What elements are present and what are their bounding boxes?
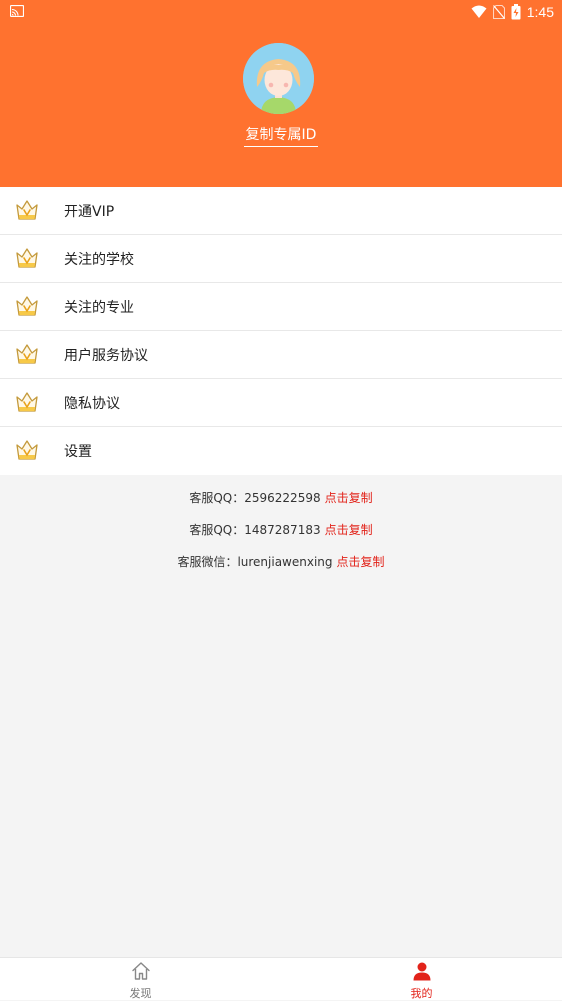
copy-id-link-wrap: 复制专属ID — [0, 124, 562, 147]
menu-item-settings[interactable]: 设置 — [0, 427, 562, 475]
contact-text: 客服QQ：2596222598 — [189, 491, 321, 505]
menu-item-label: 隐私协议 — [64, 395, 120, 412]
menu-item-followed-schools[interactable]: 关注的学校 — [0, 235, 562, 283]
menu-item-label: 用户服务协议 — [64, 347, 148, 364]
status-time: 1:45 — [526, 4, 554, 20]
contact-qq-2: 客服QQ：1487287183 点击复制 — [0, 520, 562, 552]
battery-charging-icon — [511, 4, 521, 20]
profile-header: 1:45 复制专属ID — [0, 0, 562, 187]
menu-item-label: 关注的学校 — [64, 251, 134, 268]
menu-item-user-agreement[interactable]: 用户服务协议 — [0, 331, 562, 379]
contact-qq-1: 客服QQ：2596222598 点击复制 — [0, 488, 562, 520]
home-icon — [132, 962, 150, 980]
wifi-icon — [471, 5, 487, 18]
contact-text: 客服QQ：1487287183 — [189, 523, 321, 537]
contact-text: 客服微信：lurenjiawenxing — [177, 555, 333, 569]
menu-item-privacy-policy[interactable]: 隐私协议 — [0, 379, 562, 427]
crown-icon — [16, 392, 38, 412]
contact-wechat: 客服微信：lurenjiawenxing 点击复制 — [0, 552, 562, 584]
copy-id-link[interactable]: 复制专属ID — [243, 126, 319, 147]
copy-button[interactable]: 点击复制 — [325, 491, 373, 505]
avatar[interactable] — [243, 43, 314, 114]
crown-icon — [16, 344, 38, 364]
no-sim-icon — [492, 5, 505, 19]
menu-item-open-vip[interactable]: 开通VIP — [0, 187, 562, 235]
copy-button[interactable]: 点击复制 — [325, 523, 373, 537]
cast-icon — [10, 5, 24, 17]
crown-icon — [16, 296, 38, 316]
menu-item-followed-majors[interactable]: 关注的专业 — [0, 283, 562, 331]
tab-mine[interactable]: 我的 — [281, 958, 562, 1000]
avatar-illustration-icon — [243, 43, 314, 114]
crown-icon — [16, 248, 38, 268]
crown-icon — [16, 200, 38, 220]
copy-button[interactable]: 点击复制 — [337, 555, 385, 569]
user-icon — [413, 962, 431, 981]
menu-list: 开通VIP 关注的学校 关注的专业 用户服务协议 隐私协议 设置 — [0, 187, 562, 475]
status-bar: 1:45 — [0, 0, 562, 24]
bottom-tab-bar: 发现 我的 — [0, 957, 562, 1000]
menu-item-label: 关注的专业 — [64, 299, 134, 316]
crown-icon — [16, 440, 38, 460]
tab-discover[interactable]: 发现 — [0, 958, 281, 1000]
menu-item-label: 设置 — [64, 444, 92, 460]
customer-service-contacts: 客服QQ：2596222598 点击复制 客服QQ：1487287183 点击复制 … — [0, 488, 562, 584]
menu-item-label: 开通VIP — [64, 203, 115, 220]
